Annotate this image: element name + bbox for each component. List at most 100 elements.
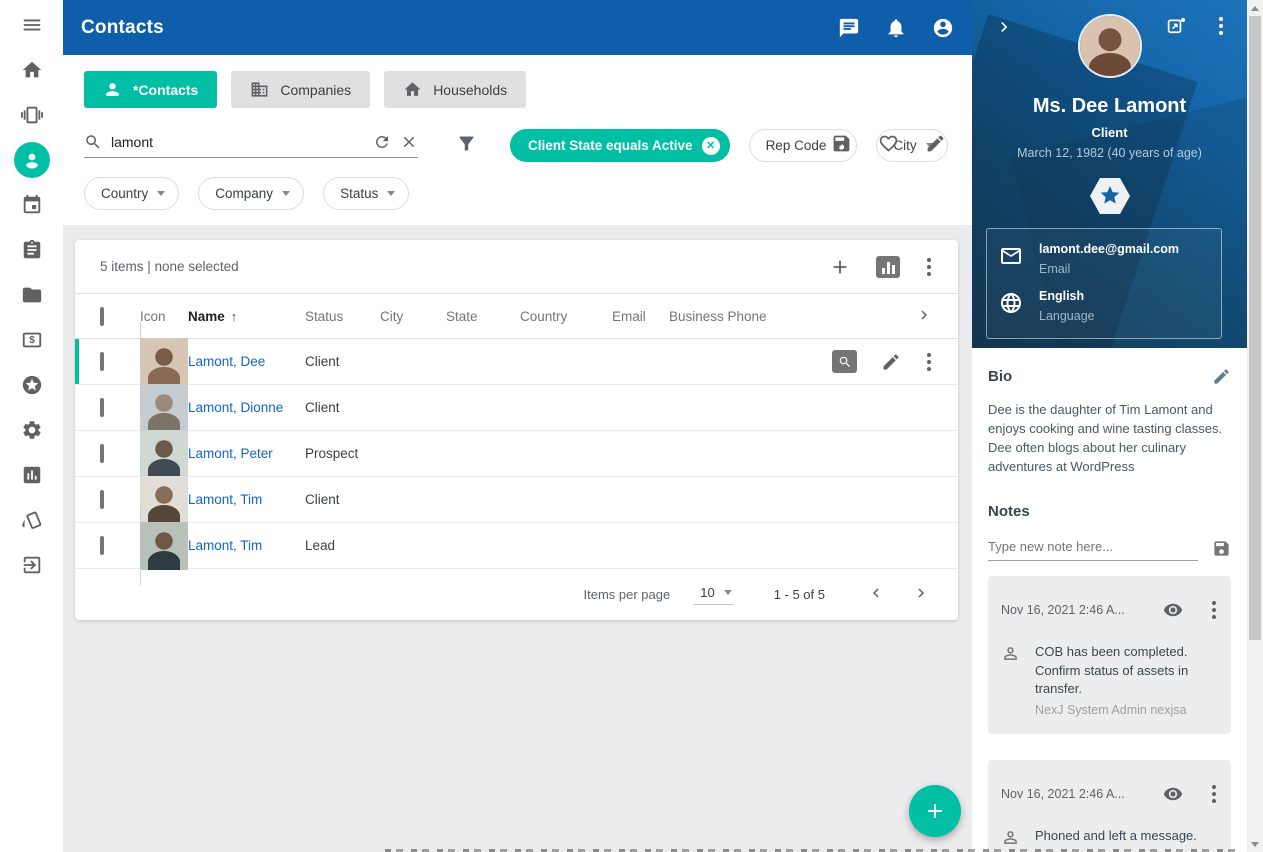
contacts-icon[interactable] xyxy=(12,140,52,180)
email-icon xyxy=(999,244,1023,268)
filter-chip-country[interactable]: Country xyxy=(84,177,179,210)
select-all-checkbox[interactable] xyxy=(100,307,104,326)
row-checkbox[interactable] xyxy=(100,398,104,417)
app-root: $ Contacts *Contacts xyxy=(0,0,1263,852)
profile-more-icon[interactable] xyxy=(1217,15,1225,37)
contact-status: Client xyxy=(305,400,380,415)
search-input[interactable] xyxy=(111,134,364,150)
clear-search-icon[interactable] xyxy=(400,133,418,151)
active-filter-chip[interactable]: Client State equals Active ✕ xyxy=(510,129,730,162)
table-row[interactable]: Lamont, Peter Prospect xyxy=(75,431,958,477)
col-header-name[interactable]: Name ↑ xyxy=(188,309,305,324)
profile-birthdate: March 12, 1982 (40 years of age) xyxy=(972,146,1247,160)
row-checkbox[interactable] xyxy=(100,352,104,371)
contact-name-link[interactable]: Lamont, Dionne xyxy=(188,400,283,415)
home-icon[interactable] xyxy=(12,50,52,90)
contact-name-link[interactable]: Lamont, Dee xyxy=(188,354,265,369)
house-icon xyxy=(403,80,422,99)
contact-name-link[interactable]: Lamont, Tim xyxy=(188,492,262,507)
detail-row-email[interactable]: lamont.dee@gmail.com Email xyxy=(999,242,1209,276)
contacts-table-card: 5 items | none selected Icon Name ↑ Stat… xyxy=(75,240,958,620)
row-checkbox[interactable] xyxy=(100,444,104,463)
star-circle-icon[interactable] xyxy=(12,365,52,405)
notes-heading: Notes xyxy=(988,503,1231,520)
add-contact-icon[interactable] xyxy=(829,256,851,278)
cards-stack-icon[interactable] xyxy=(12,500,52,540)
settings-gear-icon[interactable] xyxy=(12,410,52,450)
chevron-down-icon xyxy=(282,191,290,196)
save-note-icon[interactable] xyxy=(1212,539,1231,558)
documents-folder-icon[interactable] xyxy=(12,275,52,315)
save-view-icon[interactable] xyxy=(831,133,852,154)
contact-name-link[interactable]: Lamont, Tim xyxy=(188,538,262,553)
email-value: lamont.dee@gmail.com xyxy=(1039,242,1179,256)
filter-chip-status[interactable]: Status xyxy=(323,177,409,210)
star-hexagon-badge[interactable] xyxy=(1088,176,1132,221)
chart-view-icon[interactable] xyxy=(876,256,900,278)
table-row[interactable]: Lamont, Dee Client xyxy=(75,339,958,385)
note-author-person-icon xyxy=(1001,828,1020,847)
preview-contact-icon[interactable] xyxy=(832,350,857,373)
note-text: COB has been completed. Confirm status o… xyxy=(1035,643,1218,698)
page-size-select[interactable]: 10 xyxy=(694,585,733,605)
page-title: Contacts xyxy=(81,17,164,39)
chip-label: Status xyxy=(340,186,378,201)
visibility-eye-icon[interactable] xyxy=(1163,600,1183,620)
exit-icon[interactable] xyxy=(12,545,52,585)
columns-scroll-right-icon[interactable] xyxy=(915,306,933,327)
edit-contact-icon[interactable] xyxy=(881,352,901,372)
row-checkbox[interactable] xyxy=(100,536,104,555)
calendar-icon[interactable] xyxy=(12,185,52,225)
scrollbar-thumb[interactable] xyxy=(1249,16,1261,640)
detail-row-language[interactable]: English Language xyxy=(999,289,1209,323)
reports-chart-icon[interactable] xyxy=(12,455,52,495)
note-body: COB has been completed. Confirm status o… xyxy=(1001,643,1218,717)
table-row[interactable]: Lamont, Dionne Client xyxy=(75,385,958,431)
refresh-icon[interactable] xyxy=(373,133,391,151)
next-page-icon[interactable] xyxy=(912,584,930,605)
vibration-icon[interactable] xyxy=(12,95,52,135)
topbar: Contacts xyxy=(63,0,972,55)
filter-funnel-icon[interactable] xyxy=(456,133,477,159)
sort-asc-icon: ↑ xyxy=(231,309,238,324)
remove-filter-icon[interactable]: ✕ xyxy=(702,137,720,155)
collapse-panel-icon[interactable] xyxy=(994,17,1014,42)
search-row: Client State equals Active ✕ Rep Code Ci… xyxy=(84,129,950,162)
tab-contacts[interactable]: *Contacts xyxy=(84,71,217,108)
row-more-icon[interactable] xyxy=(925,351,933,373)
tab-companies[interactable]: Companies xyxy=(231,71,370,108)
visibility-eye-icon[interactable] xyxy=(1163,784,1183,804)
open-contact-icon[interactable] xyxy=(1166,16,1187,37)
menu-icon[interactable] xyxy=(12,5,52,45)
page-size-value: 10 xyxy=(700,585,714,600)
profile-name: Ms. Dee Lamont xyxy=(972,95,1247,118)
scroll-up-icon[interactable] xyxy=(1247,0,1263,16)
billing-dollar-icon[interactable]: $ xyxy=(12,320,52,360)
tab-households[interactable]: Households xyxy=(384,71,526,108)
filter-chip-company[interactable]: Company xyxy=(198,177,304,210)
edit-bio-icon[interactable] xyxy=(1212,367,1231,386)
edit-view-icon[interactable] xyxy=(925,133,946,154)
view-action-icons xyxy=(831,133,946,154)
note-more-icon[interactable] xyxy=(1210,783,1218,805)
profile-avatar[interactable] xyxy=(1078,14,1142,78)
window-scrollbar[interactable] xyxy=(1247,0,1263,852)
tasks-clipboard-icon[interactable] xyxy=(12,230,52,270)
table-more-icon[interactable] xyxy=(925,256,933,278)
row-checkbox[interactable] xyxy=(100,490,104,509)
chat-icon[interactable] xyxy=(838,17,860,39)
pagination-nav xyxy=(867,584,930,605)
add-fab-button[interactable] xyxy=(909,785,961,837)
new-note-input[interactable] xyxy=(988,536,1198,561)
chevron-down-icon xyxy=(724,590,732,595)
note-more-icon[interactable] xyxy=(1210,599,1218,621)
scroll-down-icon[interactable] xyxy=(1247,836,1263,852)
notifications-bell-icon[interactable] xyxy=(885,17,907,39)
prev-page-icon[interactable] xyxy=(867,584,885,605)
table-row[interactable]: Lamont, Tim Lead xyxy=(75,523,958,569)
account-circle-icon[interactable] xyxy=(932,17,954,39)
language-label: Language xyxy=(1039,309,1095,323)
table-row[interactable]: Lamont, Tim Client xyxy=(75,477,958,523)
contact-name-link[interactable]: Lamont, Peter xyxy=(188,446,273,461)
favorite-heart-icon[interactable] xyxy=(878,133,899,154)
